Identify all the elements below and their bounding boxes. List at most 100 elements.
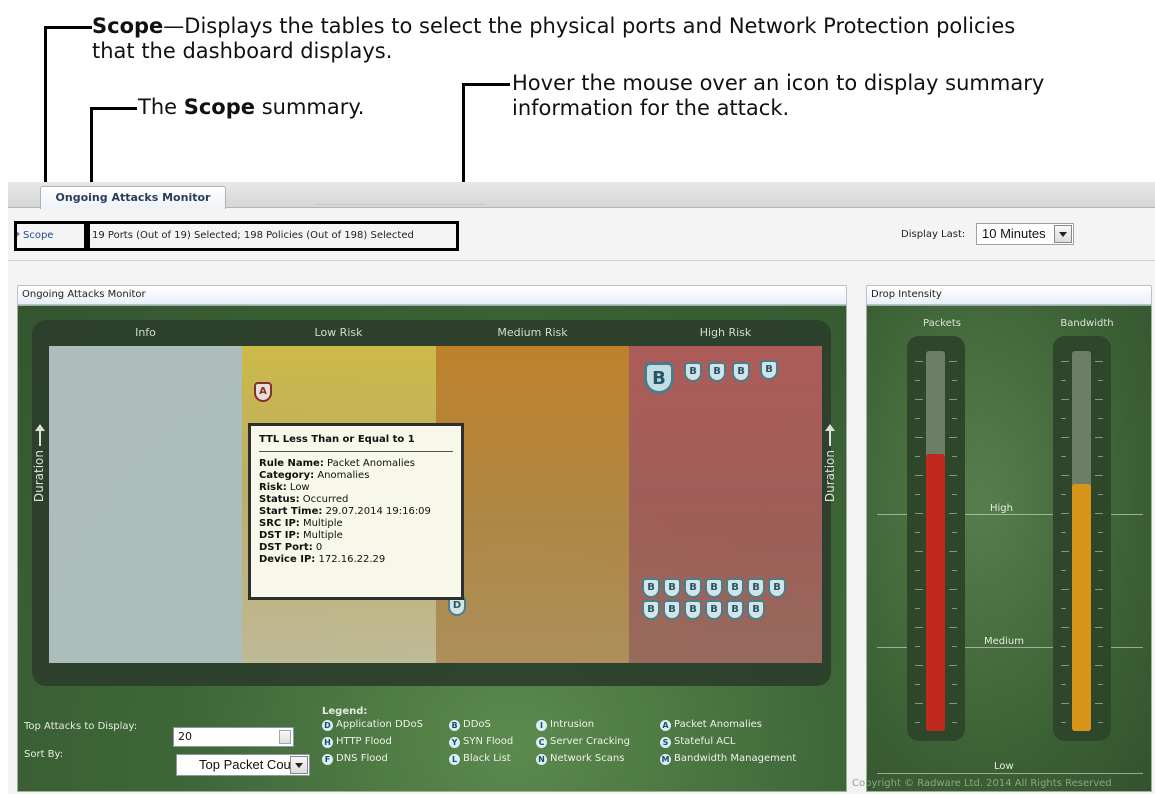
attack-ddos-icon[interactable]: B (684, 362, 702, 382)
gauge-tick (1061, 589, 1069, 590)
duration-label-right: Duration (823, 450, 837, 503)
attack-ddos-icon[interactable]: B (708, 362, 726, 382)
attack-ddos-icon[interactable]: B (726, 578, 744, 598)
sort-by-select[interactable]: Top Packet Count (176, 754, 310, 776)
gauge-tick (915, 513, 923, 514)
attack-ddos-icon[interactable]: B (642, 578, 660, 598)
gauge-tick (949, 361, 957, 362)
tooltip-device-ip: Device IP: 172.16.22.29 (259, 554, 453, 566)
tooltip-start-time: Start Time: 29.07.2014 19:16:09 (259, 506, 453, 518)
gauge-tick (1061, 532, 1066, 533)
legend-item-stateful-acl: S Stateful ACL (660, 736, 736, 748)
gauge-tick (1061, 684, 1066, 685)
attack-ddos-icon[interactable]: B (768, 578, 786, 598)
attack-ddos-icon[interactable]: B (684, 600, 702, 620)
tooltip-value: 0 (315, 542, 323, 553)
monitor-panel-title: Ongoing Attacks Monitor (17, 285, 847, 305)
tooltip-key: DST IP: (259, 530, 300, 541)
legend-label: Stateful ACL (674, 736, 736, 747)
packet-anomalies-icon: A (660, 720, 671, 731)
legend-item-intrusion: I Intrusion (536, 719, 594, 731)
zone-medium-risk (436, 346, 629, 663)
gauge-tick (1061, 456, 1066, 457)
gauge-tick (915, 361, 923, 362)
tooltip-value: 172.16.22.29 (318, 554, 386, 565)
stateful-acl-icon: S (660, 737, 671, 748)
gauge-tick (952, 380, 957, 381)
display-last-select[interactable]: 10 Minutes (976, 223, 1074, 245)
gauge-tick (1095, 703, 1103, 704)
attack-ddos-icon[interactable]: B (684, 578, 702, 598)
attack-ddos-icon[interactable]: B (642, 600, 660, 620)
legend-item-packet-anomalies: A Packet Anomalies (660, 719, 762, 731)
syn-flood-icon: Y (449, 737, 460, 748)
gauge-tick (1061, 665, 1069, 666)
bandwidth-management-icon: M (660, 754, 671, 765)
legend-label: HTTP Flood (336, 736, 392, 747)
gauge-tick (1098, 380, 1103, 381)
level-label-high: High (990, 503, 1013, 514)
attack-ddos-large-icon[interactable]: B (644, 362, 674, 394)
gauge-tick (949, 551, 957, 552)
gauge-tick (1098, 646, 1103, 647)
gauge-tick (1061, 570, 1066, 571)
gauge-tick (949, 665, 957, 666)
summary-callout-line-h (90, 107, 137, 110)
tooltip-risk: Risk: Low (259, 482, 453, 494)
gauge-tick (915, 589, 923, 590)
attack-ddos-icon[interactable]: B (663, 578, 681, 598)
gauge-tick (1061, 722, 1066, 723)
gauge-tick (952, 570, 957, 571)
legend-label: Network Scans (550, 753, 625, 764)
dropdown-arrow-icon[interactable] (290, 756, 308, 774)
gauge-tick (1098, 418, 1103, 419)
tooltip-key: DST Port: (259, 542, 313, 553)
gauge-tick (952, 456, 957, 457)
attack-ddos-icon[interactable]: B (726, 600, 744, 620)
attack-ddos-icon[interactable]: B (747, 578, 765, 598)
attack-ddos-icon[interactable]: B (747, 600, 765, 620)
application-ddos-icon: D (322, 720, 333, 731)
gauge-tick (915, 684, 920, 685)
gauge-tick (915, 646, 920, 647)
gauge-tick (952, 722, 957, 723)
column-high-risk: High Risk (699, 326, 752, 339)
gauge-tick (915, 418, 920, 419)
gauge-tick (1098, 532, 1103, 533)
server-cracking-icon: C (536, 737, 547, 748)
gauge-tick (949, 589, 957, 590)
duration-arrow-left-icon (35, 424, 45, 446)
gauge-tick (915, 532, 920, 533)
gauge-tick (1098, 456, 1103, 457)
tooltip-value: Low (289, 482, 310, 493)
gauge-tick (915, 665, 923, 666)
attack-packet-anomalies-icon[interactable]: A (254, 382, 272, 402)
gauge-tick (915, 456, 920, 457)
copyright: Copyright © Radware Ltd. 2014 All Rights… (852, 778, 1112, 789)
attack-ddos-icon[interactable]: B (663, 600, 681, 620)
gauge-tick (1061, 437, 1069, 438)
hover-callout-line-h (462, 83, 510, 86)
gauge-tick (915, 703, 923, 704)
attack-ddos-icon[interactable]: B (705, 578, 723, 598)
gauge-tick (949, 475, 957, 476)
dns-flood-icon: F (322, 754, 333, 765)
tooltip-status: Status: Occurred (259, 494, 453, 506)
attack-ddos-icon[interactable]: B (705, 600, 723, 620)
dropdown-arrow-icon[interactable] (1054, 225, 1072, 243)
level-label-medium: Medium (984, 636, 1024, 647)
spinner-icon[interactable] (279, 730, 291, 744)
duration-label-left: Duration (32, 450, 46, 503)
gauge-tick (915, 551, 923, 552)
attack-ddos-icon[interactable]: B (760, 360, 778, 380)
drop-intensity-panel: Packets Bandwidth High Medium Low (866, 305, 1152, 792)
hover-callout-line1: Hover the mouse over an icon to display … (512, 71, 1045, 95)
tooltip-key: Start Time: (259, 506, 323, 517)
tab-ongoing-attacks-monitor[interactable]: Ongoing Attacks Monitor (40, 186, 226, 209)
top-attacks-label: Top Attacks to Display: (24, 721, 138, 732)
gauge-tick (1095, 665, 1103, 666)
top-attacks-input[interactable]: 20 (173, 727, 294, 747)
intrusion-icon: I (536, 720, 547, 731)
attack-ddos-icon[interactable]: B (732, 362, 750, 382)
packets-level-bar (926, 454, 945, 731)
